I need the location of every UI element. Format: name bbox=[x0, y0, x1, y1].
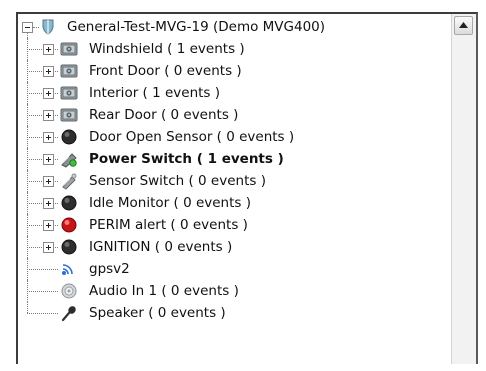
camera-icon bbox=[60, 106, 78, 124]
camera-icon bbox=[60, 84, 78, 102]
tree-item-label: Power Switch ( 1 events ) bbox=[89, 151, 284, 167]
tree-item[interactable]: Interior ( 1 events ) bbox=[18, 82, 450, 104]
tree-item-label: IGNITION ( 0 events ) bbox=[89, 239, 233, 255]
expand-toggle[interactable] bbox=[43, 66, 54, 77]
tree-item[interactable]: Speaker ( 0 events ) bbox=[18, 302, 450, 324]
tree-item[interactable]: IGNITION ( 0 events ) bbox=[18, 236, 450, 258]
tree-connector-line bbox=[27, 291, 58, 292]
tree-item[interactable]: Idle Monitor ( 0 events ) bbox=[18, 192, 450, 214]
camera-icon bbox=[60, 62, 78, 80]
scroll-up-button[interactable] bbox=[454, 16, 473, 35]
tree-item[interactable]: Front Door ( 0 events ) bbox=[18, 60, 450, 82]
collapse-toggle[interactable] bbox=[22, 22, 33, 33]
shield-icon bbox=[39, 18, 57, 36]
tree-item[interactable]: Power Switch ( 1 events ) bbox=[18, 148, 450, 170]
tree-item-label: Front Door ( 0 events ) bbox=[89, 63, 242, 79]
tree-connector-line bbox=[27, 313, 58, 314]
switch-active-icon bbox=[60, 150, 78, 168]
tree-item-label: PERIM alert ( 0 events ) bbox=[89, 217, 248, 233]
expand-toggle[interactable] bbox=[43, 220, 54, 231]
tree-item-label: gpsv2 bbox=[89, 261, 130, 277]
switch-icon bbox=[60, 172, 78, 190]
tree-item[interactable]: Audio In 1 ( 0 events ) bbox=[18, 280, 450, 302]
sensor-dark-icon bbox=[60, 238, 78, 256]
tree-item-label: Rear Door ( 0 events ) bbox=[89, 107, 239, 123]
vertical-scrollbar[interactable] bbox=[451, 14, 476, 364]
sensor-red-icon bbox=[60, 216, 78, 234]
device-tree: General-Test-MVG-19 (Demo MVG400) Windshi… bbox=[18, 14, 452, 364]
expand-toggle[interactable] bbox=[43, 88, 54, 99]
expand-toggle[interactable] bbox=[43, 176, 54, 187]
tree-connector-line bbox=[27, 269, 58, 270]
tree-item-label: Audio In 1 ( 0 events ) bbox=[89, 283, 239, 299]
tree-item-label: Speaker ( 0 events ) bbox=[89, 305, 226, 321]
tree-item[interactable]: Windshield ( 1 events ) bbox=[18, 38, 450, 60]
expand-toggle[interactable] bbox=[43, 44, 54, 55]
tree-item-label: General-Test-MVG-19 (Demo MVG400) bbox=[67, 19, 326, 35]
expand-toggle[interactable] bbox=[43, 110, 54, 121]
gps-icon bbox=[60, 260, 78, 278]
microphone-icon bbox=[60, 304, 78, 322]
tree-root[interactable]: General-Test-MVG-19 (Demo MVG400) bbox=[18, 16, 450, 38]
tree-item[interactable]: Sensor Switch ( 0 events ) bbox=[18, 170, 450, 192]
camera-icon bbox=[60, 40, 78, 58]
tree-item[interactable]: Door Open Sensor ( 0 events ) bbox=[18, 126, 450, 148]
tree-item[interactable]: gpsv2 bbox=[18, 258, 450, 280]
sensor-dark-icon bbox=[60, 128, 78, 146]
tree-item[interactable]: PERIM alert ( 0 events ) bbox=[18, 214, 450, 236]
tree-item-label: Idle Monitor ( 0 events ) bbox=[89, 195, 251, 211]
expand-toggle[interactable] bbox=[43, 198, 54, 209]
tree-connector-line bbox=[27, 302, 28, 313]
tree-item-label: Windshield ( 1 events ) bbox=[89, 41, 245, 57]
tree-item-label: Door Open Sensor ( 0 events ) bbox=[89, 129, 295, 145]
tree-item[interactable]: Rear Door ( 0 events ) bbox=[18, 104, 450, 126]
arrow-up-icon bbox=[459, 22, 468, 28]
speaker-in-icon bbox=[60, 282, 78, 300]
expand-toggle[interactable] bbox=[43, 132, 54, 143]
tree-item-label: Interior ( 1 events ) bbox=[89, 85, 221, 101]
tree-item-label: Sensor Switch ( 0 events ) bbox=[89, 173, 266, 189]
sensor-dark-icon bbox=[60, 194, 78, 212]
expand-toggle[interactable] bbox=[43, 154, 54, 165]
expand-toggle[interactable] bbox=[43, 242, 54, 253]
device-tree-panel: General-Test-MVG-19 (Demo MVG400) Windshi… bbox=[16, 12, 478, 364]
